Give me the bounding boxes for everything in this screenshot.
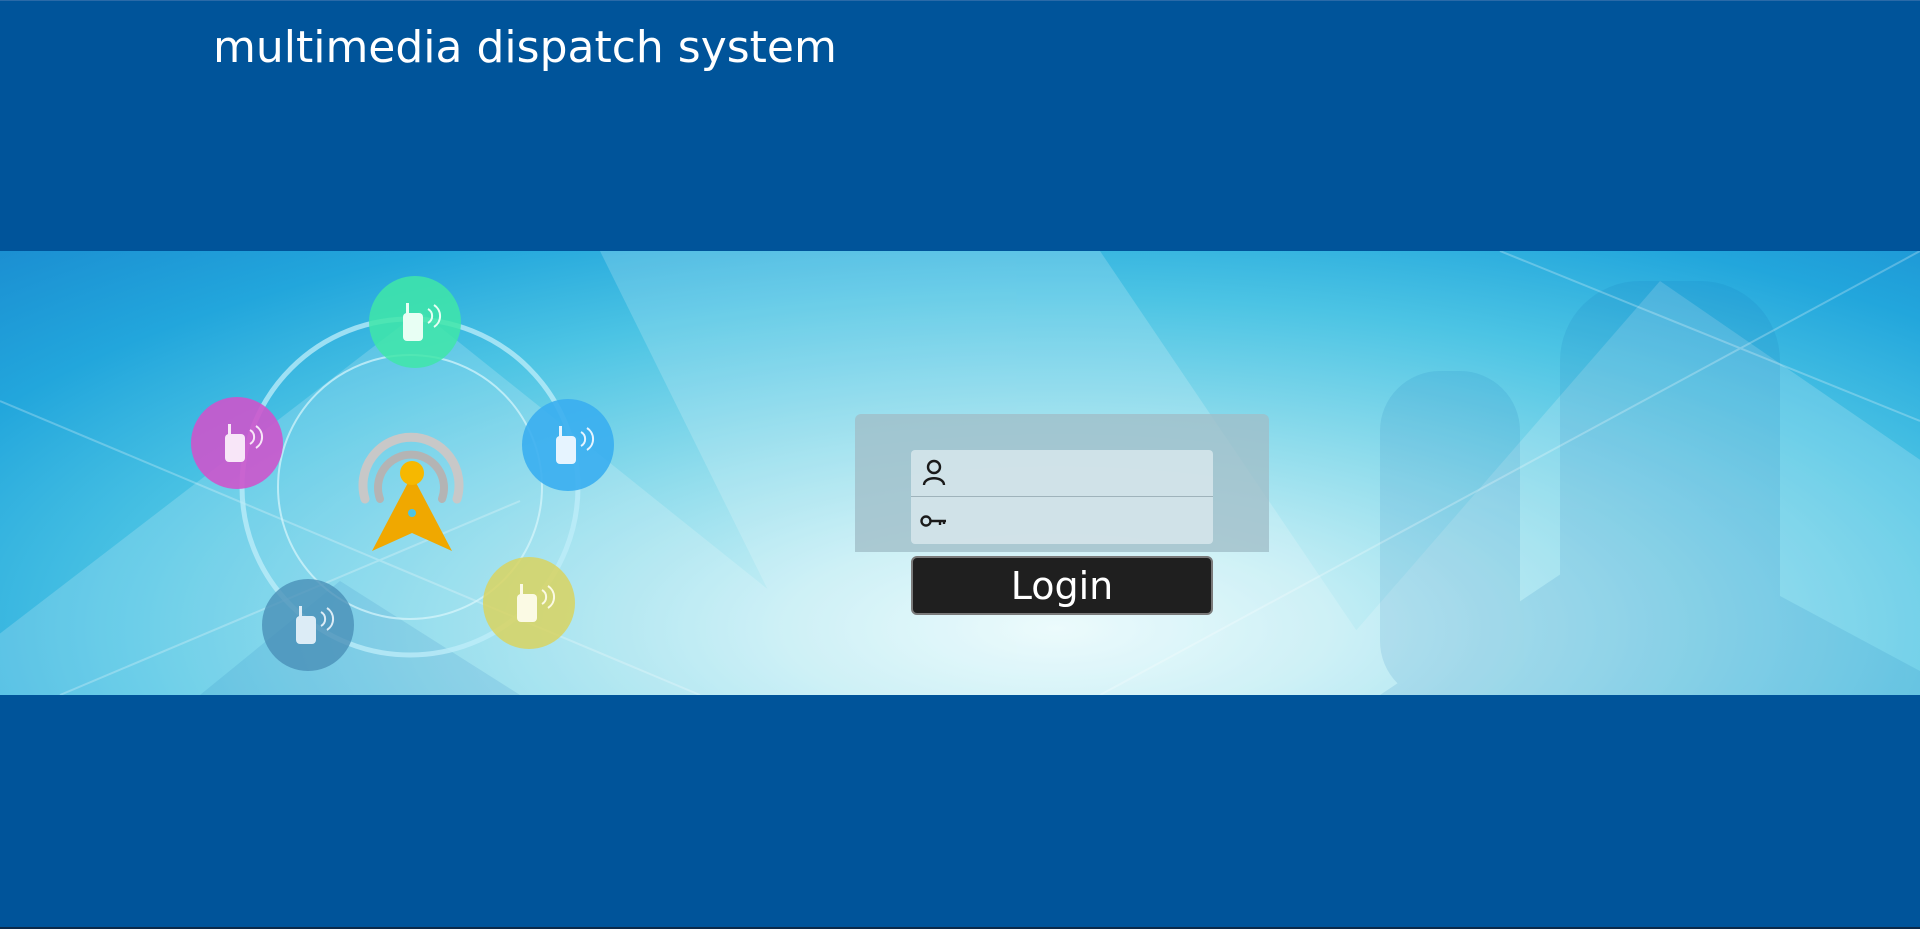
radio-node-right <box>522 399 614 491</box>
radio-node-bottom-right <box>483 557 575 649</box>
password-field[interactable] <box>911 497 1213 544</box>
radio-node-bottom-left <box>262 579 354 671</box>
user-icon <box>917 450 951 497</box>
username-field[interactable] <box>911 450 1213 497</box>
radio-node-top <box>369 276 461 368</box>
password-input[interactable] <box>951 500 1213 541</box>
app-title: multimedia dispatch system <box>213 22 837 73</box>
username-input[interactable] <box>951 453 1213 493</box>
key-icon <box>917 497 951 544</box>
login-button[interactable]: Login <box>911 556 1213 615</box>
top-border <box>0 0 1920 1</box>
radio-node-left <box>191 397 283 489</box>
